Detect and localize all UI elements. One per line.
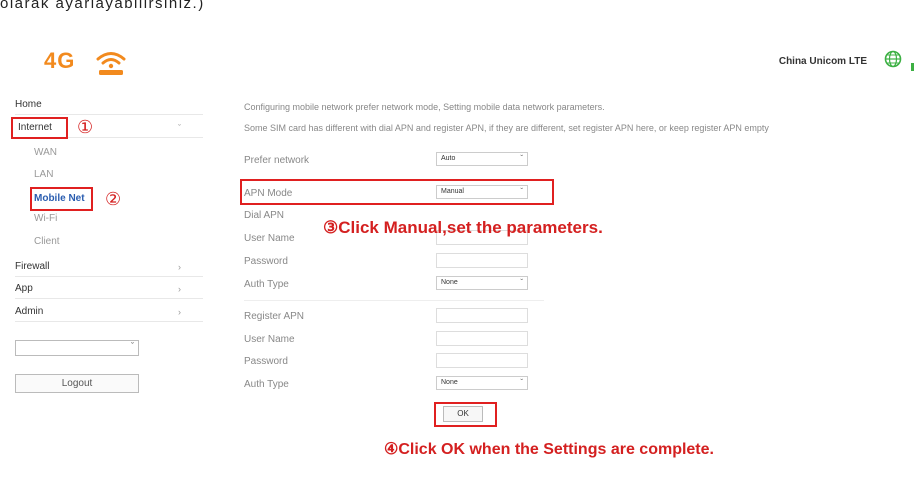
carrier-name: China Unicom LTE [778, 56, 867, 67]
caption-text: olarak ayarlayabilirsiniz.) [0, 0, 205, 12]
highlight-internet [11, 117, 68, 139]
description-line-2: Some SIM card has different with dial AP… [244, 123, 769, 133]
sidebar-item-wan[interactable]: WAN [34, 145, 57, 161]
register-auth-type-select[interactable]: None ˇ [436, 376, 528, 390]
chevron-down-icon: ˇ [131, 341, 134, 351]
globe-icon [884, 50, 902, 73]
language-select-value [16, 346, 20, 356]
sidebar-item-home[interactable]: Home [15, 96, 203, 115]
sidebar-item-firewall[interactable]: Firewall › [15, 258, 203, 277]
sidebar-item-admin[interactable]: Admin › [15, 303, 203, 322]
password-label: Password [244, 256, 288, 267]
dial-apn-label: Dial APN [244, 210, 285, 221]
signal-icon [911, 63, 914, 71]
chevron-down-icon: ˇ [520, 154, 523, 163]
auth-type-value: None [441, 279, 458, 286]
sidebar-item-label: Firewall [15, 261, 50, 272]
chevron-down-icon: ˇ [178, 123, 181, 133]
register-password-field[interactable] [436, 353, 528, 368]
register-auth-type-value: None [441, 379, 458, 386]
password-field[interactable] [436, 253, 528, 268]
user-name-label: User Name [244, 233, 295, 244]
step1-marker: ① [77, 117, 94, 138]
register-user-name-field[interactable] [436, 331, 528, 346]
sidebar-item-lan[interactable]: LAN [34, 167, 53, 183]
prefer-network-select[interactable]: Auto ˇ [436, 152, 528, 166]
chevron-down-icon: ˇ [520, 278, 523, 287]
section-divider [244, 300, 544, 301]
register-apn-label: Register APN [244, 311, 305, 322]
chevron-right-icon: › [178, 262, 181, 272]
sidebar-item-label: Home [15, 99, 42, 110]
highlight-apn-mode [240, 179, 554, 205]
register-auth-type-label: Auth Type [244, 379, 289, 390]
highlight-ok [434, 402, 497, 427]
sidebar-item-client[interactable]: Client [34, 234, 60, 250]
step2-marker: ② [105, 189, 122, 210]
chevron-right-icon: › [178, 307, 181, 317]
auth-type-label: Auth Type [244, 279, 289, 290]
chevron-down-icon: ˇ [520, 378, 523, 387]
sidebar-item-label: App [15, 283, 33, 294]
description-line-1: Configuring mobile network prefer networ… [244, 102, 605, 112]
register-apn-field[interactable] [436, 308, 528, 323]
chevron-right-icon: › [178, 284, 181, 294]
language-select[interactable]: ˇ [15, 340, 139, 356]
sidebar-item-label: Admin [15, 306, 44, 317]
step3-instruction: ③Click Manual,set the parameters. [323, 218, 603, 237]
prefer-network-label: Prefer network [244, 155, 310, 166]
register-password-label: Password [244, 356, 288, 367]
wifi-router-icon [95, 47, 127, 82]
highlight-mobile-net [30, 187, 93, 211]
sidebar-item-app[interactable]: App › [15, 280, 203, 299]
prefer-network-value: Auto [441, 155, 456, 162]
auth-type-select[interactable]: None ˇ [436, 276, 528, 290]
step4-instruction: ④Click OK when the Settings are complete… [384, 441, 714, 458]
logo-text: 4G [44, 48, 76, 73]
sidebar-item-wifi[interactable]: Wi-Fi [34, 211, 57, 227]
logout-button[interactable]: Logout [15, 374, 139, 393]
register-user-name-label: User Name [244, 334, 295, 345]
